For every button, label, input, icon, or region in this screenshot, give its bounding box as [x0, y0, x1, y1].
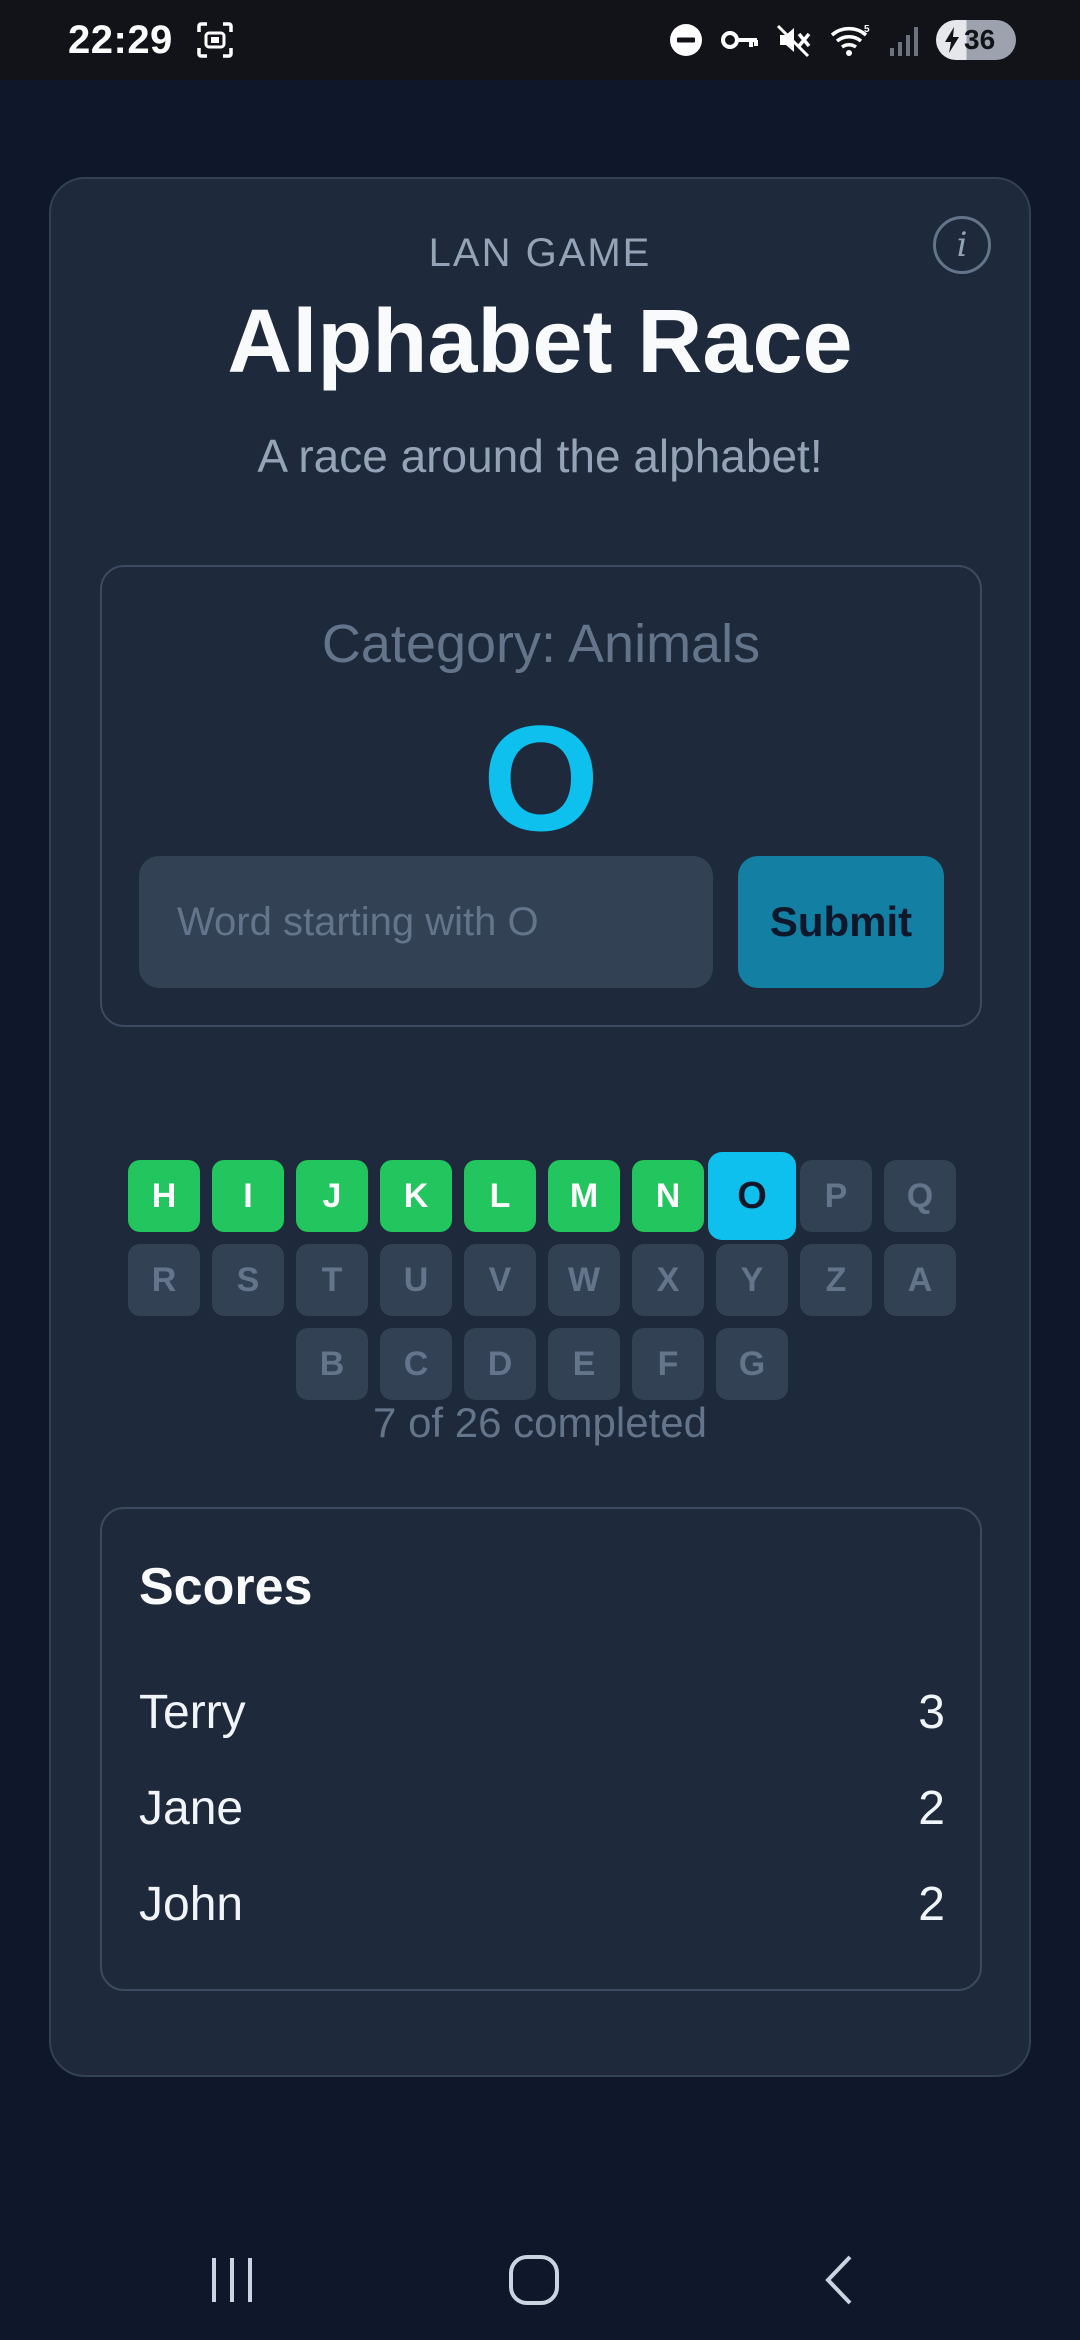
letter-tile: N	[632, 1160, 704, 1232]
letter-tile: F	[632, 1328, 704, 1400]
letter-tile: H	[128, 1160, 200, 1232]
submit-button[interactable]: Submit	[738, 856, 944, 988]
screenshot-icon	[195, 20, 235, 60]
score-row: John 2	[139, 1869, 945, 1939]
letter-tile: Y	[716, 1244, 788, 1316]
svg-text:5: 5	[864, 24, 870, 35]
game-card: i LAN GAME Alphabet Race A race around t…	[49, 177, 1031, 2077]
home-icon[interactable]	[494, 2250, 574, 2310]
player-name: Jane	[139, 1781, 244, 1835]
wifi-icon: 5	[828, 22, 872, 58]
letter-tile: Q	[884, 1160, 956, 1232]
letter-tile: V	[464, 1244, 536, 1316]
player-score: 2	[918, 1877, 945, 1931]
player-name: Terry	[139, 1685, 246, 1739]
recent-apps-icon[interactable]	[192, 2250, 272, 2310]
game-mode-label: LAN GAME	[428, 231, 652, 275]
player-score: 3	[918, 1685, 945, 1739]
letter-tile: E	[548, 1328, 620, 1400]
battery-level: 36	[964, 24, 996, 55]
letter-tile: Z	[800, 1244, 872, 1316]
player-name: John	[139, 1877, 244, 1931]
letter-tile: G	[716, 1328, 788, 1400]
scores-panel: Scores Terry 3 Jane 2 John 2	[100, 1507, 982, 1991]
letter-tile: C	[380, 1328, 452, 1400]
battery-indicator: 36	[936, 20, 1016, 60]
signal-icon	[888, 22, 920, 58]
score-row: Terry 3	[139, 1677, 945, 1747]
letter-tile: A	[884, 1244, 956, 1316]
current-letter: O	[482, 694, 600, 862]
letter-tile: D	[464, 1328, 536, 1400]
charging-icon	[945, 27, 959, 53]
letter-tile: R	[128, 1244, 200, 1316]
word-input[interactable]	[139, 856, 713, 988]
progress-text: 7 of 26 completed	[373, 1399, 707, 1446]
letter-tile: I	[212, 1160, 284, 1232]
letter-tile: P	[800, 1160, 872, 1232]
letter-tile: K	[380, 1160, 452, 1232]
dnd-icon	[668, 22, 704, 58]
letter-tile: M	[548, 1160, 620, 1232]
vpn-key-icon	[720, 22, 760, 58]
score-row: Jane 2	[139, 1773, 945, 1843]
scores-title: Scores	[139, 1558, 313, 1616]
letter-tile: S	[212, 1244, 284, 1316]
letter-tile: J	[296, 1160, 368, 1232]
letter-tile: L	[464, 1160, 536, 1232]
letter-tile: U	[380, 1244, 452, 1316]
mute-icon	[776, 22, 812, 58]
letter-tile: B	[296, 1328, 368, 1400]
page-title: Alphabet Race	[227, 292, 853, 392]
status-time: 22:29	[68, 17, 173, 62]
player-score: 2	[918, 1781, 945, 1835]
letter-tile-current: O	[708, 1152, 796, 1240]
status-bar: 22:29 5 36	[0, 0, 1080, 80]
letter-tile: T	[296, 1244, 368, 1316]
back-icon[interactable]	[800, 2250, 880, 2310]
category-label: Category: Animals	[321, 614, 761, 674]
page-subtitle: A race around the alphabet!	[257, 430, 823, 482]
navigation-bar	[0, 2220, 1080, 2340]
letter-tile: W	[548, 1244, 620, 1316]
round-panel: Category: Animals O Submit	[100, 565, 982, 1027]
letter-tile: X	[632, 1244, 704, 1316]
